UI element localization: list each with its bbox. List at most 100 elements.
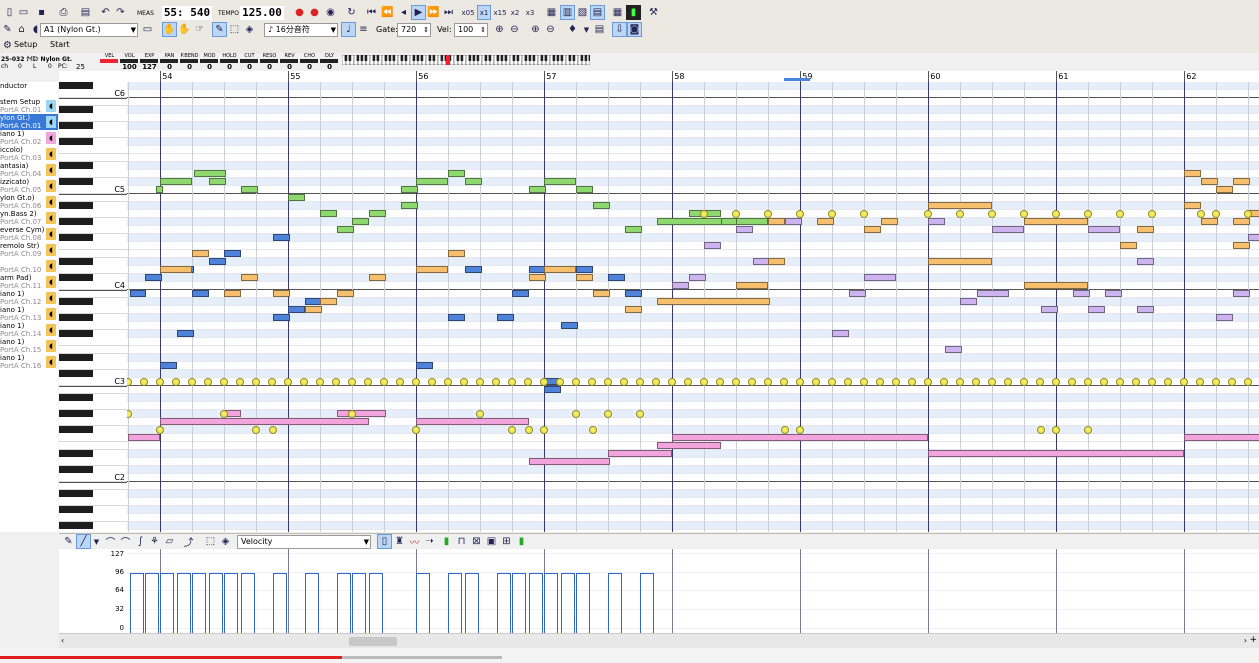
speaker-icon[interactable]: ◖ [46, 148, 56, 160]
note[interactable] [1216, 314, 1233, 321]
speaker-icon[interactable]: ◖ [46, 196, 56, 208]
mini-key-black[interactable] [364, 55, 368, 61]
note[interactable] [864, 274, 897, 281]
note[interactable] [320, 210, 337, 217]
velocity-bar[interactable] [528, 572, 543, 633]
mini-key-black[interactable] [432, 55, 436, 61]
note[interactable] [496, 314, 514, 321]
mini-key-black[interactable] [584, 55, 588, 61]
track-row[interactable]: remolo Str) PortA Ch.09 ◖ [0, 242, 58, 258]
gate-input[interactable]: 720 ⇕ [397, 23, 431, 37]
mini-key-black[interactable] [484, 55, 488, 61]
curve-alt-icon[interactable]: ⌒ [118, 534, 133, 549]
speaker-icon[interactable]: ◖ [46, 164, 56, 176]
track-row[interactable]: ylon Gt.) PortA Ch.01 ◖ [0, 114, 58, 130]
drum-hit[interactable] [780, 426, 789, 434]
note[interactable] [336, 410, 386, 417]
zoom-plus-icon[interactable]: + [1249, 635, 1257, 645]
note[interactable] [688, 274, 706, 281]
velocity-bar[interactable] [272, 572, 287, 633]
piano-keyboard[interactable]: C6 C5 C4 C3 C2 [59, 82, 127, 532]
track-view-icon[interactable]: ▦ [544, 5, 559, 20]
arrow-right-icon[interactable]: ➝ [422, 534, 437, 549]
mini-key-black[interactable] [504, 55, 508, 61]
note[interactable] [592, 202, 610, 209]
cc-rev[interactable]: REV 0 [280, 53, 299, 71]
eraser-icon[interactable]: ◈ [242, 22, 257, 37]
speaker-icon[interactable]: ◖ [46, 180, 56, 192]
note[interactable] [528, 266, 546, 273]
velocity-bar[interactable] [368, 572, 383, 633]
note[interactable] [192, 250, 209, 257]
note[interactable] [864, 226, 881, 233]
zoom-in-vertical-icon[interactable]: ⊕ [492, 22, 507, 37]
note[interactable] [944, 346, 962, 353]
event-list-view-icon[interactable]: ▤ [590, 5, 605, 20]
clip-icon[interactable]: ▣ [484, 534, 499, 549]
zoom-x15-button[interactable]: x15 [492, 5, 508, 20]
drum-hit[interactable] [1036, 426, 1045, 434]
piano-key-black[interactable] [59, 330, 93, 337]
mini-key-black[interactable] [540, 55, 544, 61]
mini-key-black[interactable] [440, 55, 444, 61]
rewind-icon[interactable]: ⏪ [380, 5, 395, 20]
bar-display-icon[interactable]: ▯ [377, 534, 392, 549]
piano-key-white[interactable] [59, 434, 127, 442]
metronome-icon[interactable]: ♦ [565, 22, 580, 37]
loop-icon[interactable]: ↻ [344, 5, 359, 20]
rewind-start-icon[interactable]: ⏮ [364, 5, 379, 20]
speaker-icon[interactable]: ◖ [46, 244, 56, 256]
velocity-bar[interactable] [448, 572, 463, 633]
note[interactable] [368, 274, 386, 281]
note[interactable] [320, 298, 337, 305]
mini-key-black[interactable] [524, 55, 528, 61]
piano-roll-view-icon[interactable]: ▥ [560, 5, 575, 20]
cc-cut[interactable]: CUT 0 [240, 53, 259, 71]
note[interactable] [193, 170, 226, 177]
velocity-bar[interactable] [192, 572, 207, 633]
track-row[interactable]: arm Pad) PortA Ch.11 ◖ [0, 274, 58, 290]
note[interactable] [224, 250, 241, 257]
cc-mod[interactable]: MOD 0 [200, 53, 219, 71]
mini-key-black[interactable] [588, 55, 592, 61]
velocity-bar[interactable] [336, 572, 351, 633]
track-row[interactable]: iano 1) PortA Ch.13 ◖ [0, 306, 58, 322]
note[interactable] [416, 362, 433, 369]
scroll-left-icon[interactable]: ‹ [61, 636, 64, 645]
note[interactable] [1184, 170, 1201, 177]
hand-tool-icon[interactable]: ✋ [177, 22, 192, 37]
drum-hit[interactable] [588, 426, 597, 434]
piano-key-black[interactable] [59, 274, 93, 281]
piano-key-white[interactable] [59, 514, 127, 522]
open-folder-icon[interactable]: ▭ [16, 5, 31, 20]
hand-alt-icon[interactable]: ☞ [192, 22, 207, 37]
speaker-icon[interactable]: ◖ [46, 292, 56, 304]
eraser-icon[interactable]: ◈ [218, 534, 233, 549]
input-monitor-icon[interactable]: ⇩ [612, 22, 627, 37]
track-row[interactable]: ylon Gt.o) PortA Ch.06 ◖ [0, 194, 58, 210]
tools-icon[interactable]: ⚒ [646, 5, 661, 20]
drum-hit[interactable] [524, 426, 533, 434]
note[interactable] [288, 194, 305, 201]
velocity-bar[interactable] [544, 572, 559, 633]
mini-key-black[interactable] [560, 55, 564, 61]
horizontal-scrollbar[interactable]: ‹ › + [59, 633, 1259, 649]
note[interactable] [928, 202, 993, 209]
piano-key-white[interactable] [59, 290, 127, 298]
piano-key-white[interactable] [59, 482, 127, 490]
note[interactable] [156, 186, 163, 193]
piano-key-white[interactable] [59, 194, 127, 202]
mini-keyboard[interactable] [341, 54, 592, 66]
drum-hit[interactable] [268, 426, 277, 434]
exchange-icon[interactable]: ⊞ [499, 534, 514, 549]
note[interactable] [144, 274, 162, 281]
note[interactable] [768, 218, 785, 225]
piano-key-black[interactable] [59, 506, 93, 513]
speaker-icon[interactable]: ◖ [46, 228, 56, 240]
piano-key-black[interactable] [59, 522, 93, 529]
mini-key-black[interactable] [512, 55, 516, 61]
mini-key-black[interactable] [420, 55, 424, 61]
lock-icon[interactable]: ⌂ [14, 22, 29, 37]
piano-key-white[interactable] [59, 338, 127, 346]
cc-exp[interactable]: EXP 127 [140, 53, 159, 71]
